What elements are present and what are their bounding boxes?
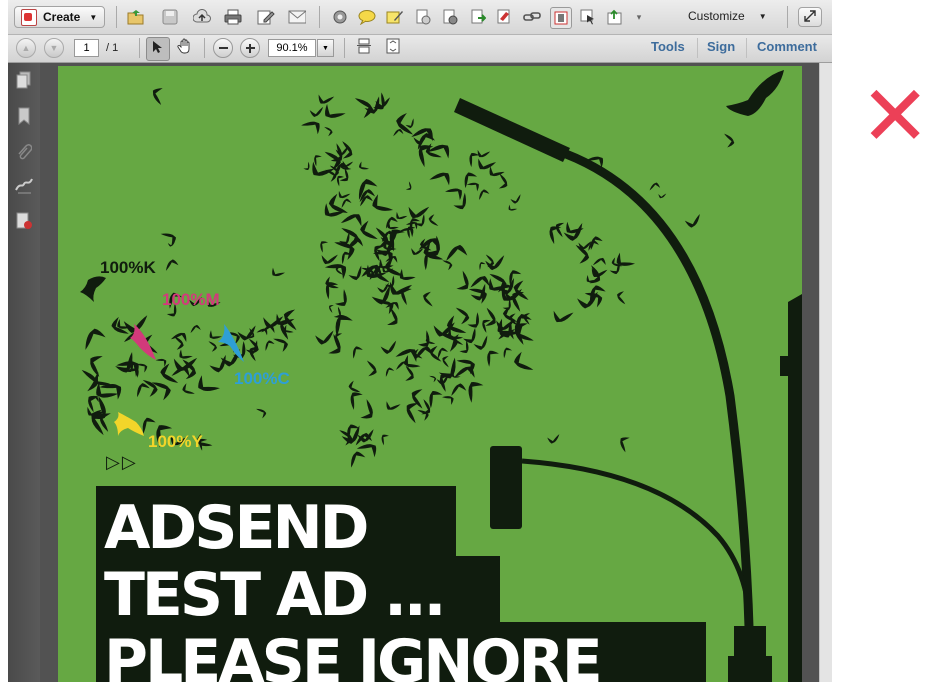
cyan-label: 100%C xyxy=(234,369,290,388)
highlight-icon[interactable] xyxy=(386,8,404,26)
expand-icon xyxy=(804,9,816,25)
hand-tool-button[interactable] xyxy=(174,38,196,58)
page-thumbnails-icon[interactable] xyxy=(16,71,32,94)
customize-label: Customize xyxy=(688,9,745,23)
scroll-mode-icon xyxy=(357,38,371,59)
pages-icon[interactable] xyxy=(414,8,432,26)
create-pdf-icon xyxy=(21,8,37,26)
fullscreen-button[interactable] xyxy=(798,7,822,27)
zoom-out-button[interactable] xyxy=(213,38,233,58)
headline-line-2: TEST AD ... xyxy=(104,560,446,630)
cursor-icon xyxy=(152,40,164,59)
open-folder-icon[interactable] xyxy=(127,8,145,26)
page-number-field[interactable]: 1 xyxy=(74,39,99,57)
scrolling-mode-button[interactable] xyxy=(355,38,373,59)
fit-page-icon[interactable] xyxy=(550,7,572,29)
previous-page-button[interactable]: ▲ xyxy=(16,38,36,58)
edit-icon[interactable] xyxy=(257,8,275,26)
hand-icon xyxy=(177,38,193,59)
document-viewport[interactable]: 100%K 100%M 100%C 100%Y ▷▷ ADSEND TEST A… xyxy=(40,63,832,682)
fit-width-button[interactable] xyxy=(384,38,402,59)
arrow-up-icon: ▲ xyxy=(21,43,31,53)
magenta-label: 100%M xyxy=(162,290,220,309)
black-label: 100%K xyxy=(100,258,156,277)
select-icon[interactable] xyxy=(579,8,597,26)
bookmarks-icon[interactable] xyxy=(17,107,31,130)
plus-icon xyxy=(245,43,255,53)
page-total: / 1 xyxy=(106,42,119,54)
zoom-dropdown-button[interactable]: ▼ xyxy=(317,39,334,57)
arrow-down-icon: ▼ xyxy=(49,43,59,53)
vertical-scrollbar[interactable] xyxy=(819,63,832,682)
menu-arrow-icon[interactable]: ▾ xyxy=(630,8,648,26)
main-toolbar: Create ▼ ▾ Customize ▼ xyxy=(8,0,832,35)
sign-icon[interactable] xyxy=(495,8,513,26)
content-icon[interactable] xyxy=(16,212,32,235)
comment-icon[interactable] xyxy=(358,8,376,26)
save-icon[interactable] xyxy=(161,8,179,26)
page-extract-icon[interactable] xyxy=(441,8,459,26)
chevron-down-icon: ▼ xyxy=(89,12,98,22)
headline-line-1: ADSEND xyxy=(104,493,369,563)
headline-line-3: PLEASE IGNORE xyxy=(104,627,603,682)
customize-menu[interactable]: Customize ▼ xyxy=(688,9,767,23)
zoom-field[interactable]: 90.1% xyxy=(268,39,316,57)
fit-width-icon xyxy=(386,38,400,59)
yellow-label: 100%Y xyxy=(148,432,203,451)
close-mark-icon: ✕ xyxy=(860,67,931,165)
link-icon[interactable] xyxy=(523,8,541,26)
create-button[interactable]: Create ▼ xyxy=(14,6,105,28)
sign-pane-link[interactable]: Sign xyxy=(707,39,735,54)
navigation-toolbar: ▲ ▼ 1 / 1 90.1% ▼ Tools Sign Comment xyxy=(8,35,832,63)
chevron-down-icon: ▼ xyxy=(322,44,329,52)
cloud-upload-icon[interactable] xyxy=(193,8,211,26)
attachments-icon[interactable] xyxy=(16,143,33,166)
navigation-pane xyxy=(8,63,40,682)
pdf-page: 100%K 100%M 100%C 100%Y ▷▷ ADSEND TEST A… xyxy=(58,66,802,682)
print-icon[interactable] xyxy=(224,8,242,26)
comment-pane-link[interactable]: Comment xyxy=(757,39,817,54)
play-symbols: ▷▷ xyxy=(106,452,138,472)
acrobat-window: Create ▼ ▾ Customize ▼ ▲ ▼ 1 / 1 90.1% ▼… xyxy=(8,0,832,682)
page-export-icon[interactable] xyxy=(469,8,487,26)
minus-icon xyxy=(218,47,228,49)
next-page-button[interactable]: ▼ xyxy=(44,38,64,58)
zoom-in-button[interactable] xyxy=(240,38,260,58)
chevron-down-icon: ▼ xyxy=(758,11,767,21)
email-icon[interactable] xyxy=(288,8,306,26)
tools-pane-link[interactable]: Tools xyxy=(651,39,685,54)
settings-icon[interactable] xyxy=(331,8,349,26)
create-button-label: Create xyxy=(43,10,81,24)
select-tool-button[interactable] xyxy=(146,37,170,61)
attach-icon[interactable] xyxy=(606,8,624,26)
signatures-icon[interactable] xyxy=(15,178,33,199)
